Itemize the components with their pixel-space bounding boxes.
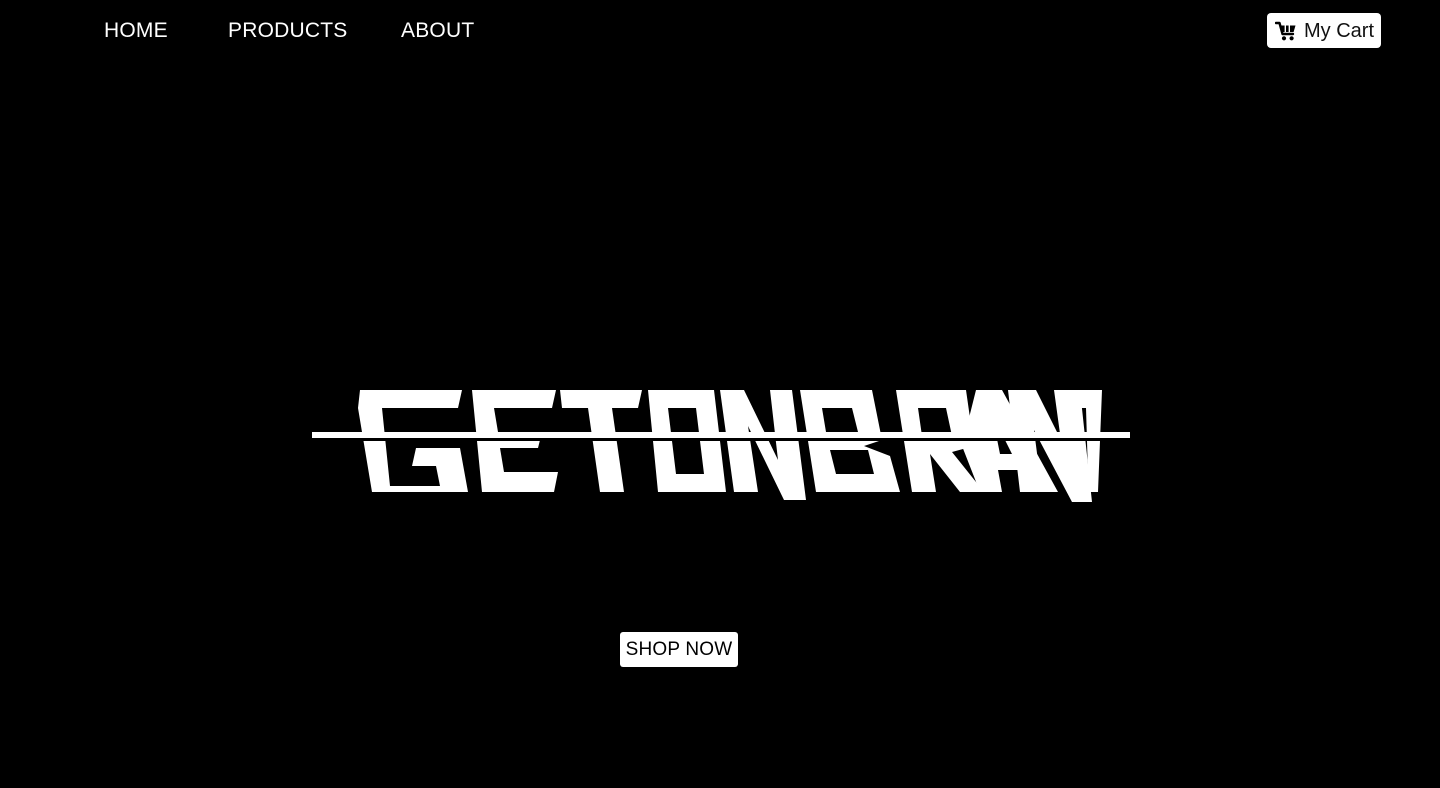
brand-logo-wordmark — [312, 390, 1130, 502]
landing-page: HOME PRODUCTS ABOUT My Cart SHOP NOW — [0, 0, 1440, 788]
top-navigation: HOME PRODUCTS ABOUT My Cart — [0, 0, 1440, 62]
nav-link-home[interactable]: HOME — [104, 17, 168, 45]
shop-now-button[interactable]: SHOP NOW — [620, 632, 738, 667]
nav-link-products[interactable]: PRODUCTS — [228, 17, 347, 45]
cart-icon — [1274, 21, 1297, 41]
cart-label: My Cart — [1304, 19, 1374, 42]
my-cart-button[interactable]: My Cart — [1267, 13, 1381, 48]
nav-link-about[interactable]: ABOUT — [401, 17, 474, 45]
brand-logo — [312, 386, 1130, 508]
